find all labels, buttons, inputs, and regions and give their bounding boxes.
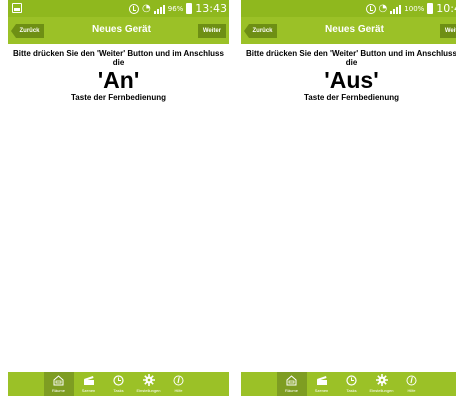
battery-icon: [427, 3, 434, 14]
screen-right: ◔ 100% 10:48 Zurück Neues Gerät Weiter B…: [241, 0, 456, 396]
tab-raeume[interactable]: Räume: [276, 372, 307, 396]
tab-hilfe[interactable]: Hilfe: [397, 372, 427, 396]
tab-label: Szenen: [81, 388, 96, 393]
tab-label: Tasks: [346, 388, 357, 393]
nav-bar: Zurück Neues Gerät Weiter: [241, 17, 456, 44]
instruction-text: Bitte drücken Sie den 'Weiter' Button un…: [246, 49, 456, 67]
alarm-icon: [129, 3, 139, 14]
nav-bar: Zurück Neues Gerät Weiter: [8, 17, 229, 44]
status-icons: ◔ 100% 10:48: [365, 1, 456, 16]
tab-bar: Räume Szenen Tasks Einstellungen Hilfe: [8, 372, 229, 396]
battery-percent: 100%: [404, 4, 425, 13]
signal-icon: [153, 4, 165, 14]
instruction-text: Bitte drücken Sie den 'Weiter' Button un…: [13, 49, 224, 67]
wifi-icon: ◔: [142, 2, 151, 14]
clapperboard-icon: [316, 375, 327, 385]
tab-einstellungen[interactable]: Einstellungen: [134, 372, 164, 396]
back-button[interactable]: Zurück: [244, 24, 277, 38]
tab-raeume[interactable]: Räume: [43, 372, 74, 396]
instruction-area: Bitte drücken Sie den 'Weiter' Button un…: [8, 49, 229, 102]
key-name: 'Aus': [324, 67, 379, 93]
instruction-area: Bitte drücken Sie den 'Weiter' Button un…: [241, 49, 456, 102]
clock: 10:48: [436, 2, 456, 15]
house-icon: [53, 374, 64, 385]
tab-szenen[interactable]: Szenen: [307, 372, 337, 396]
battery-percent: 96%: [167, 4, 184, 13]
next-button[interactable]: Weiter: [440, 24, 456, 38]
tab-tasks[interactable]: Tasks: [337, 372, 367, 396]
tab-tasks[interactable]: Tasks: [104, 372, 134, 396]
status-bar: ◔ 100% 10:48: [241, 0, 456, 17]
battery-icon: [186, 3, 193, 14]
info-icon: [406, 375, 417, 385]
key-subtitle: Taste der Fernbedienung: [304, 93, 399, 102]
tab-label: Szenen: [314, 388, 329, 393]
key-subtitle: Taste der Fernbedienung: [71, 93, 166, 102]
tab-label: Einstellungen: [136, 388, 161, 393]
next-button[interactable]: Weiter: [198, 24, 226, 38]
settings-gear-icon: [142, 374, 155, 386]
tab-einstellungen[interactable]: Einstellungen: [367, 372, 397, 396]
key-name: 'An': [97, 67, 140, 93]
tab-bar: Räume Szenen Tasks Einstellungen Hilfe: [241, 372, 456, 396]
wifi-icon: ◔: [378, 2, 388, 14]
clock: 13:43: [195, 2, 227, 15]
tab-label: Hilfe: [407, 388, 416, 393]
info-icon: [173, 375, 184, 385]
status-icons: ◔ 96% 13:43: [129, 1, 227, 16]
tab-label: Hilfe: [174, 388, 183, 393]
page-title: Neues Gerät: [325, 24, 384, 35]
signal-icon: [390, 4, 402, 14]
status-bar: ◔ 96% 13:43: [8, 0, 229, 17]
house-icon: [286, 374, 297, 385]
screen-left: ◔ 96% 13:43 Zurück Neues Gerät Weiter Bi…: [8, 0, 229, 396]
settings-gear-icon: [375, 374, 388, 386]
alarm-icon: [365, 3, 376, 14]
clock-icon: [346, 374, 357, 386]
page-title: Neues Gerät: [92, 24, 151, 35]
clock-icon: [113, 374, 124, 386]
gallery-icon: [12, 3, 22, 13]
tab-label: Räume: [52, 388, 65, 393]
tab-label: Räume: [285, 388, 298, 393]
tab-szenen[interactable]: Szenen: [74, 372, 104, 396]
tab-label: Einstellungen: [369, 388, 394, 393]
back-button[interactable]: Zurück: [11, 24, 44, 38]
tab-hilfe[interactable]: Hilfe: [164, 372, 194, 396]
clapperboard-icon: [83, 375, 94, 385]
tab-label: Tasks: [113, 388, 124, 393]
